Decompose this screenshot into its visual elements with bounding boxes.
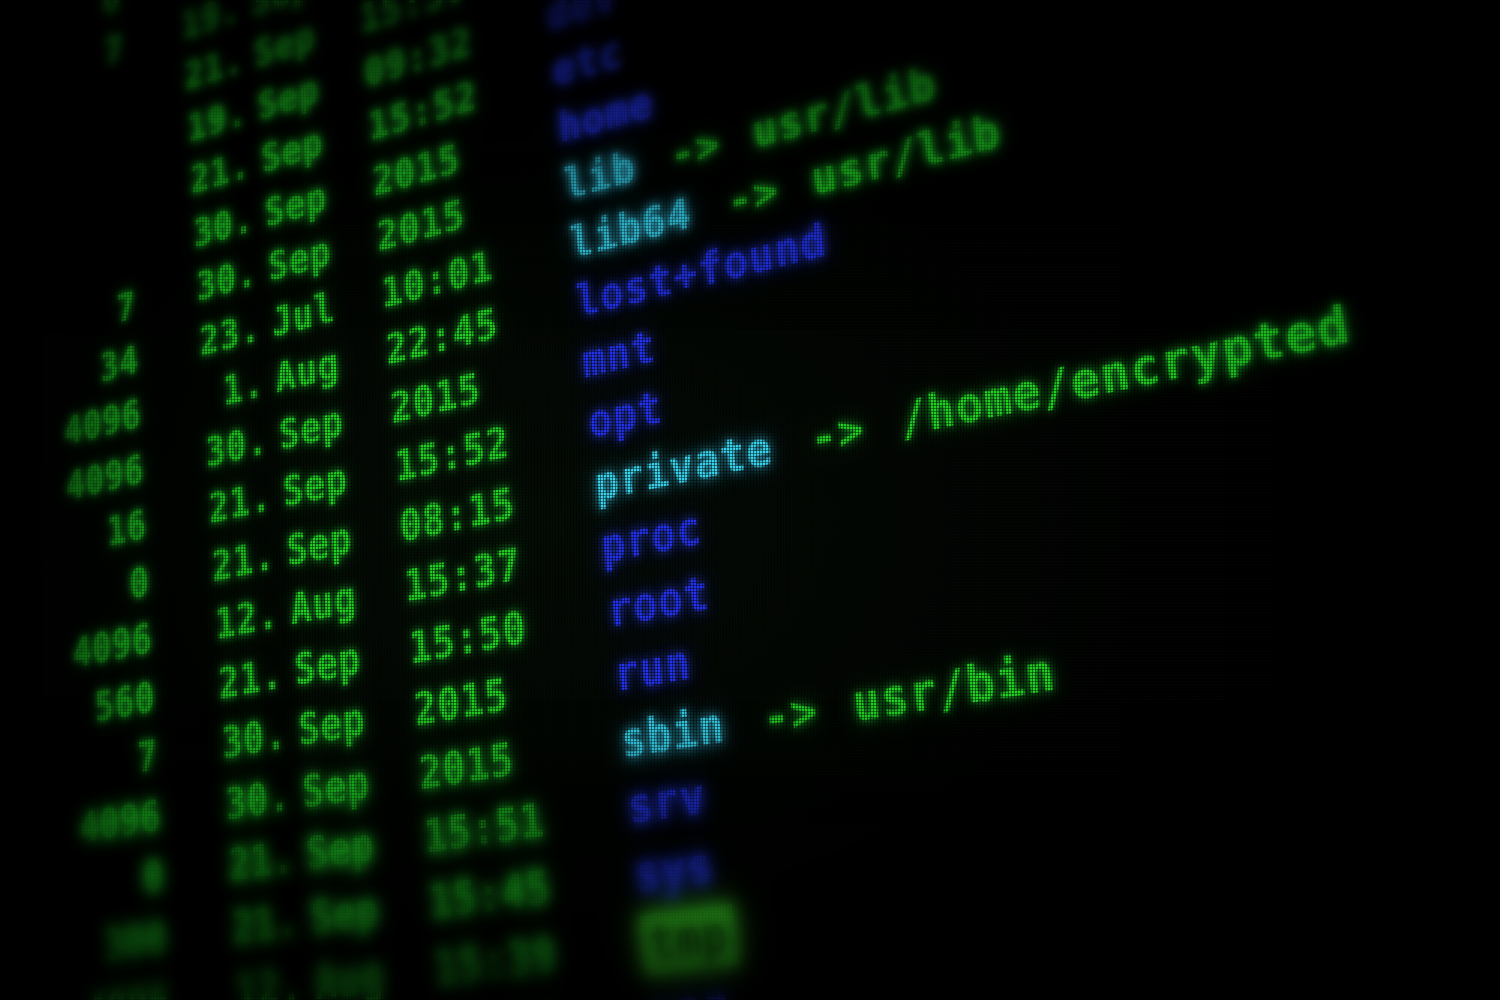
- cell-date-separator: .: [226, 86, 260, 139]
- cell-date-separator: .: [232, 192, 266, 245]
- cell-date-separator: .: [242, 356, 277, 410]
- cell-date-separator: .: [279, 957, 317, 1000]
- monitor-screen: 0.Sep2015719.Sep09:31bin->usr/bin21.Sep1…: [0, 0, 1500, 1000]
- terminal-output[interactable]: 0.Sep2015719.Sep09:31bin->usr/bin21.Sep1…: [0, 0, 1500, 1000]
- cell-date-separator: .: [222, 34, 255, 86]
- cell-date-separator: .: [252, 527, 288, 582]
- file-name-tmp[interactable]: tmp: [639, 904, 739, 976]
- cell-date-separator: .: [263, 706, 300, 762]
- cell-date-separator: .: [239, 300, 274, 354]
- cell-date-separator: .: [229, 138, 263, 191]
- file-name-sys[interactable]: sys: [632, 837, 717, 904]
- cell-date-separator: .: [235, 246, 269, 299]
- cell-date-separator: .: [249, 469, 285, 524]
- cell-date-separator: .: [256, 586, 292, 641]
- cell-date-separator: .: [260, 645, 296, 700]
- cell-date-separator: .: [267, 767, 304, 823]
- symlink-arrow-icon: ->: [807, 401, 868, 466]
- cell-date-separator: .: [219, 0, 252, 34]
- file-name-srv[interactable]: srv: [625, 768, 709, 835]
- cell-date-separator: .: [275, 892, 313, 949]
- cell-date-separator: .: [271, 829, 308, 885]
- cell-date-separator: .: [245, 412, 280, 466]
- terminal-plane-wrapper: 0.Sep2015719.Sep09:31bin->usr/bin21.Sep1…: [0, 0, 1500, 1000]
- symlink-arrow-icon: ->: [760, 682, 821, 746]
